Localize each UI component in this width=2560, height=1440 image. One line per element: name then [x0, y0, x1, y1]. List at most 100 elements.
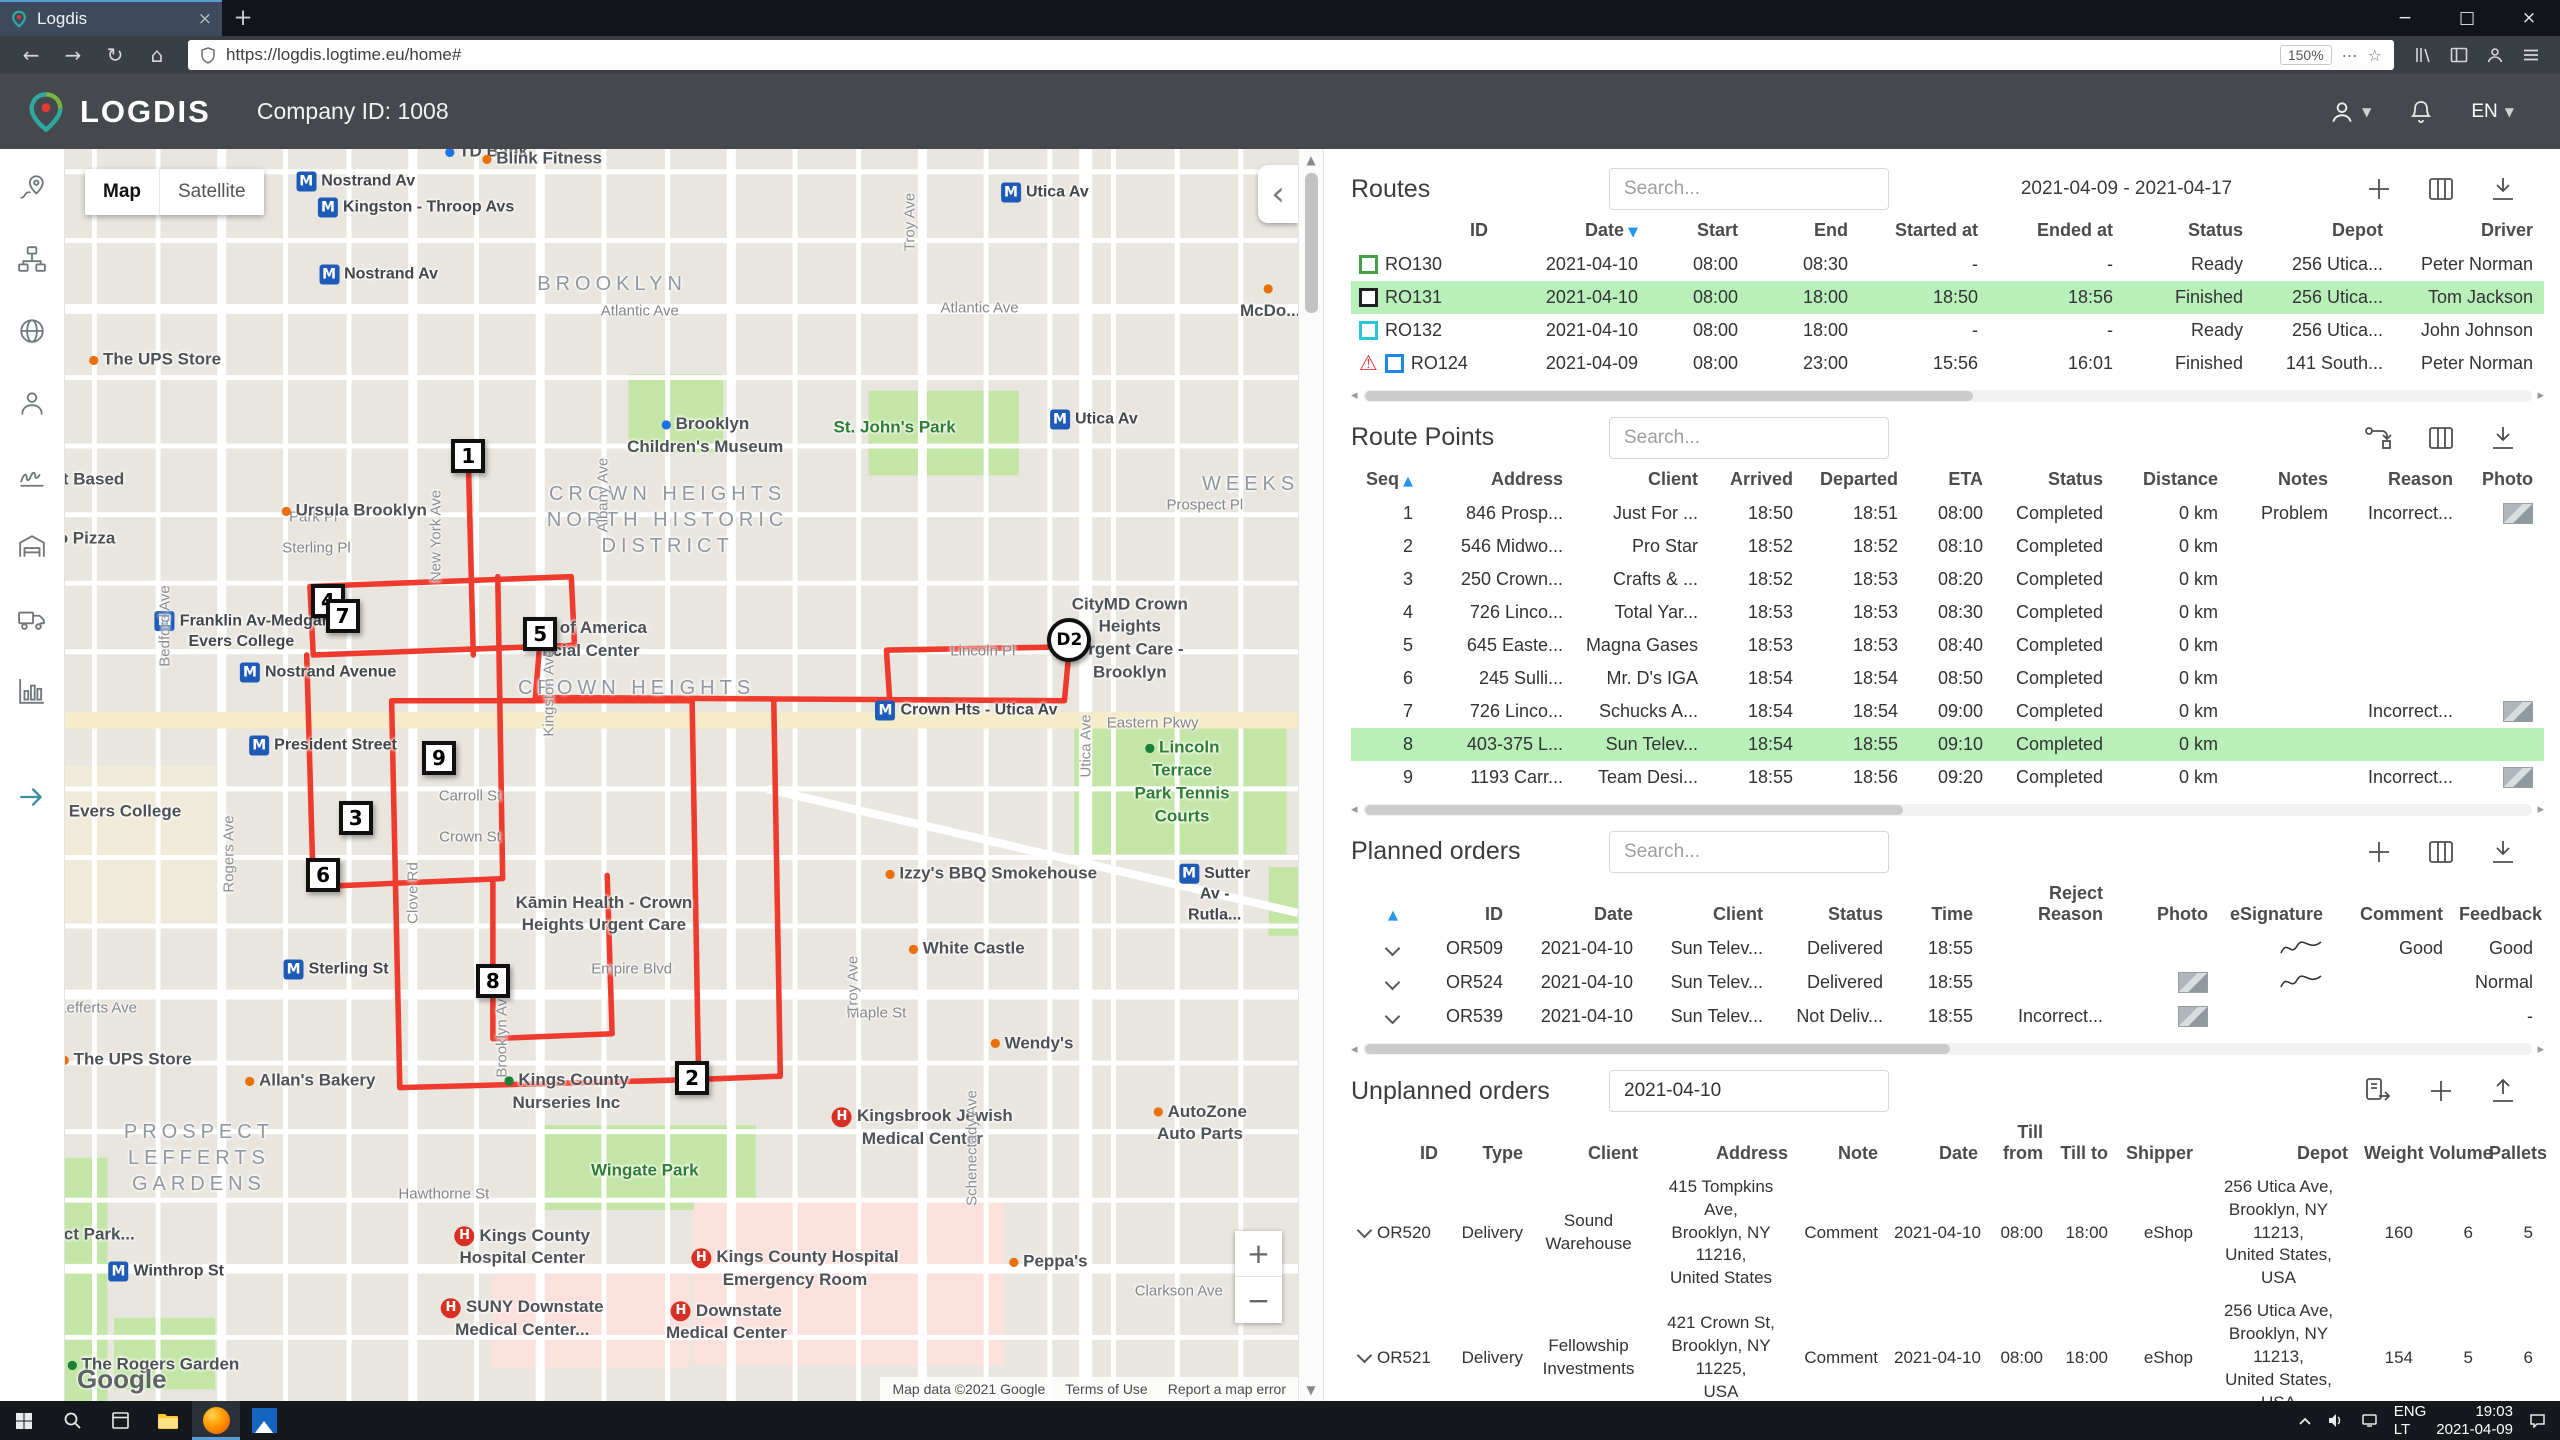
column-header[interactable]: Status [1771, 904, 1891, 925]
scroll-left-icon[interactable]: ◂ [1351, 1042, 1358, 1057]
window-minimize-button[interactable]: − [2374, 0, 2436, 36]
url-text[interactable]: https://logdis.logtime.eu/home# [226, 45, 2270, 65]
route-point-row[interactable]: 5 645 Easte... Magna Gases 18:53 18:53 0… [1351, 629, 2544, 662]
map[interactable]: ●TD Bank●Blink FitnessMNostrand AvMKings… [65, 149, 1298, 1401]
satellite-view-button[interactable]: Satellite [160, 169, 264, 215]
download-planned-orders-button[interactable] [2488, 837, 2518, 867]
unplanned-order-row[interactable]: OR521 Delivery Fellowship Investments 42… [1351, 1295, 2544, 1401]
column-header[interactable]: Status [2121, 220, 2251, 241]
planned-order-row[interactable]: OR509 2021-04-10 Sun Telev... Delivered … [1351, 931, 2544, 965]
column-header[interactable] [1351, 903, 1406, 924]
column-header[interactable]: Arrived [1706, 469, 1801, 490]
column-header[interactable]: Photo [2111, 904, 2216, 925]
column-header[interactable]: Till from [1986, 1122, 2051, 1163]
logdis-logo[interactable]: LOGDIS [0, 90, 211, 134]
map-view-button[interactable]: Map [85, 169, 160, 215]
photo-thumbnail[interactable] [2503, 503, 2533, 524]
route-point-row[interactable]: 1 846 Prosp... Just For ... 18:50 18:51 … [1351, 497, 2544, 530]
add-order-button[interactable] [2364, 837, 2394, 867]
sidebar-collapse-arrow-icon[interactable] [18, 783, 46, 811]
esignature-thumbnail[interactable] [2279, 937, 2323, 959]
library-icon[interactable] [2414, 46, 2432, 64]
tracking-shield-icon[interactable] [200, 47, 216, 64]
zoom-level-badge[interactable]: 150% [2280, 45, 2332, 65]
column-header[interactable]: Depot [2251, 220, 2391, 241]
column-header[interactable]: Client [1531, 1143, 1646, 1164]
planned-orders-search-input[interactable] [1609, 831, 1889, 873]
columns-settings-button[interactable] [2426, 423, 2456, 453]
expand-chevron-icon[interactable] [1385, 1008, 1401, 1024]
bookmark-star-icon[interactable]: ☆ [2368, 46, 2382, 65]
route-point-row[interactable]: 6 245 Sulli... Mr. D's IGA 18:54 18:54 0… [1351, 662, 2544, 695]
volume-icon[interactable] [2328, 1413, 2345, 1428]
upload-orders-button[interactable] [2488, 1076, 2518, 1106]
optimize-route-icon[interactable] [2362, 423, 2394, 453]
column-header[interactable]: Client [1641, 904, 1771, 925]
expand-chevron-icon[interactable] [1385, 940, 1401, 956]
notifications-button[interactable] [2409, 99, 2433, 125]
scroll-left-icon[interactable]: ◂ [1351, 388, 1358, 403]
column-header[interactable]: Departed [1801, 469, 1906, 490]
route-point-row[interactable]: 7 726 Linco... Schucks A... 18:54 18:54 … [1351, 695, 2544, 728]
route-points-search-input[interactable] [1609, 417, 1889, 459]
column-header[interactable]: Start [1646, 220, 1746, 241]
column-header[interactable]: Photo [2461, 469, 2541, 490]
scroll-left-icon[interactable]: ◂ [1351, 802, 1358, 817]
column-header[interactable]: Feedback [2451, 904, 2541, 925]
photos-taskbar-icon[interactable] [240, 1401, 288, 1440]
file-explorer-icon[interactable] [144, 1401, 192, 1440]
report-map-error-link[interactable]: Report a map error [1168, 1381, 1286, 1397]
column-header[interactable]: Till to [2051, 1143, 2116, 1164]
sidebar-signature-icon[interactable] [18, 461, 46, 489]
column-header[interactable]: Weight [2356, 1143, 2421, 1164]
route-point-row[interactable]: 2 546 Midwo... Pro Star 18:52 18:52 08:1… [1351, 530, 2544, 563]
photo-thumbnail[interactable] [2503, 767, 2533, 788]
column-header[interactable]: Seq [1351, 469, 1421, 490]
column-header[interactable]: eSignature [2216, 904, 2331, 925]
home-icon[interactable]: ⌂ [140, 43, 174, 67]
window-close-button[interactable]: × [2498, 0, 2560, 36]
zoom-in-button[interactable]: + [1235, 1231, 1282, 1277]
column-header[interactable]: ID [1351, 220, 1496, 241]
page-actions-icon[interactable]: ⋯ [2342, 46, 2358, 65]
column-header[interactable]: Note [1796, 1143, 1886, 1164]
column-header[interactable]: Distance [2111, 469, 2226, 490]
scrollbar-thumb[interactable] [1305, 173, 1318, 313]
column-header[interactable]: ID [1351, 1143, 1446, 1164]
column-header[interactable]: Address [1421, 469, 1571, 490]
language-selector[interactable]: EN ▼ [2471, 101, 2514, 123]
scroll-right-icon[interactable]: ▸ [2537, 802, 2544, 817]
column-header[interactable]: Date [1511, 904, 1641, 925]
sidebar-depot-icon[interactable] [18, 533, 46, 561]
zoom-out-button[interactable]: − [1235, 1277, 1282, 1323]
sidebar-routes-icon[interactable] [18, 173, 46, 201]
new-tab-button[interactable]: + [222, 0, 264, 36]
scroll-right-icon[interactable]: ▸ [2537, 388, 2544, 403]
horizontal-scrollbar[interactable]: ◂ ▸ [1351, 388, 2544, 404]
columns-settings-button[interactable] [2426, 174, 2456, 204]
planned-order-row[interactable]: OR539 2021-04-10 Sun Telev... Not Deliv.… [1351, 999, 2544, 1033]
planned-order-row[interactable]: OR524 2021-04-10 Sun Telev... Delivered … [1351, 965, 2544, 999]
sidebar-icon[interactable] [2450, 46, 2468, 64]
route-point-row[interactable]: 3 250 Crown... Crafts & ... 18:52 18:53 … [1351, 563, 2544, 596]
vertical-scrollbar[interactable]: ▲ ▼ [1298, 149, 1324, 1401]
tab-close-icon[interactable]: × [198, 9, 212, 29]
column-header[interactable]: Depot [2201, 1143, 2356, 1164]
reload-icon[interactable]: ↻ [98, 43, 132, 67]
window-maximize-button[interactable]: □ [2436, 0, 2498, 36]
terms-of-use-link[interactable]: Terms of Use [1065, 1381, 1147, 1397]
expand-chevron-icon[interactable] [1357, 1223, 1373, 1239]
routes-date-range[interactable]: 2021-04-09 - 2021-04-17 [1889, 178, 2364, 200]
column-header[interactable]: Date [1496, 220, 1646, 241]
column-header[interactable]: Reason [2336, 469, 2461, 490]
firefox-taskbar-icon[interactable] [192, 1401, 240, 1440]
scrollbar-thumb[interactable] [1365, 805, 1903, 815]
sidebar-reports-icon[interactable] [18, 677, 46, 705]
expand-chevron-icon[interactable] [1357, 1347, 1373, 1363]
input-language-secondary[interactable]: LT [2394, 1421, 2427, 1439]
scroll-up-icon[interactable]: ▲ [1299, 153, 1323, 167]
columns-settings-button[interactable] [2426, 837, 2456, 867]
url-bar[interactable]: https://logdis.logtime.eu/home# 150% ⋯ ☆ [188, 40, 2394, 70]
expand-chevron-icon[interactable] [1385, 974, 1401, 990]
forward-icon[interactable]: → [56, 43, 90, 67]
